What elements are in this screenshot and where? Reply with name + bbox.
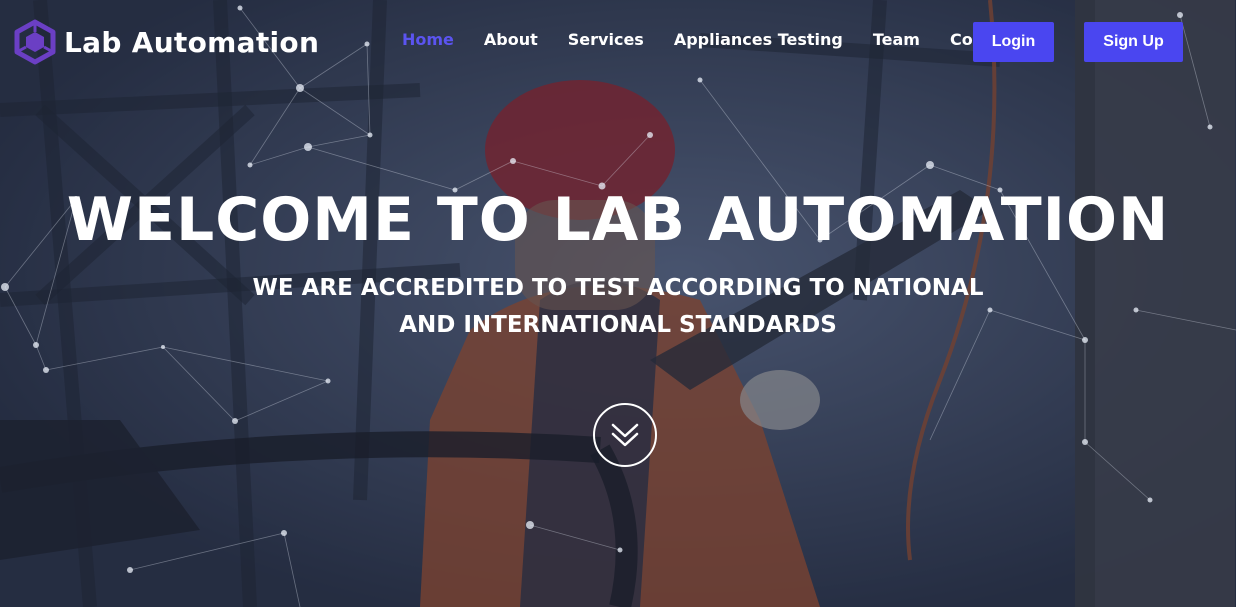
hero-subtitle-line-2: AND INTERNATIONAL STANDARDS — [399, 312, 837, 338]
brand-name: Lab Automation — [64, 25, 320, 59]
nav-link-appliances-testing[interactable]: Appliances Testing — [674, 30, 843, 49]
nav-links: Home About Services Appliances Testing T… — [402, 30, 1050, 49]
nav-link-team[interactable]: Team — [873, 30, 920, 49]
scroll-down-button[interactable] — [593, 403, 657, 467]
nav-link-home[interactable]: Home — [402, 30, 454, 49]
login-button[interactable]: Login — [973, 22, 1054, 62]
nav-link-services[interactable]: Services — [568, 30, 644, 49]
signup-button[interactable]: Sign Up — [1084, 22, 1183, 62]
cube-logo-icon — [14, 19, 56, 65]
hero-content: WELCOME TO LAB AUTOMATION WE ARE ACCREDI… — [0, 180, 1236, 344]
brand[interactable]: Lab Automation — [12, 19, 320, 65]
nav-link-about[interactable]: About — [484, 30, 538, 49]
hero-subtitle: WE ARE ACCREDITED TO TEST ACCORDING TO N… — [0, 270, 1236, 344]
hero-section: Lab Automation Home About Services Appli… — [0, 0, 1236, 607]
double-chevron-down-icon — [611, 423, 639, 447]
navbar: Lab Automation Home About Services Appli… — [0, 0, 1236, 84]
hero-subtitle-line-1: WE ARE ACCREDITED TO TEST ACCORDING TO N… — [252, 275, 984, 301]
hero-title: WELCOME TO LAB AUTOMATION — [66, 185, 1170, 255]
